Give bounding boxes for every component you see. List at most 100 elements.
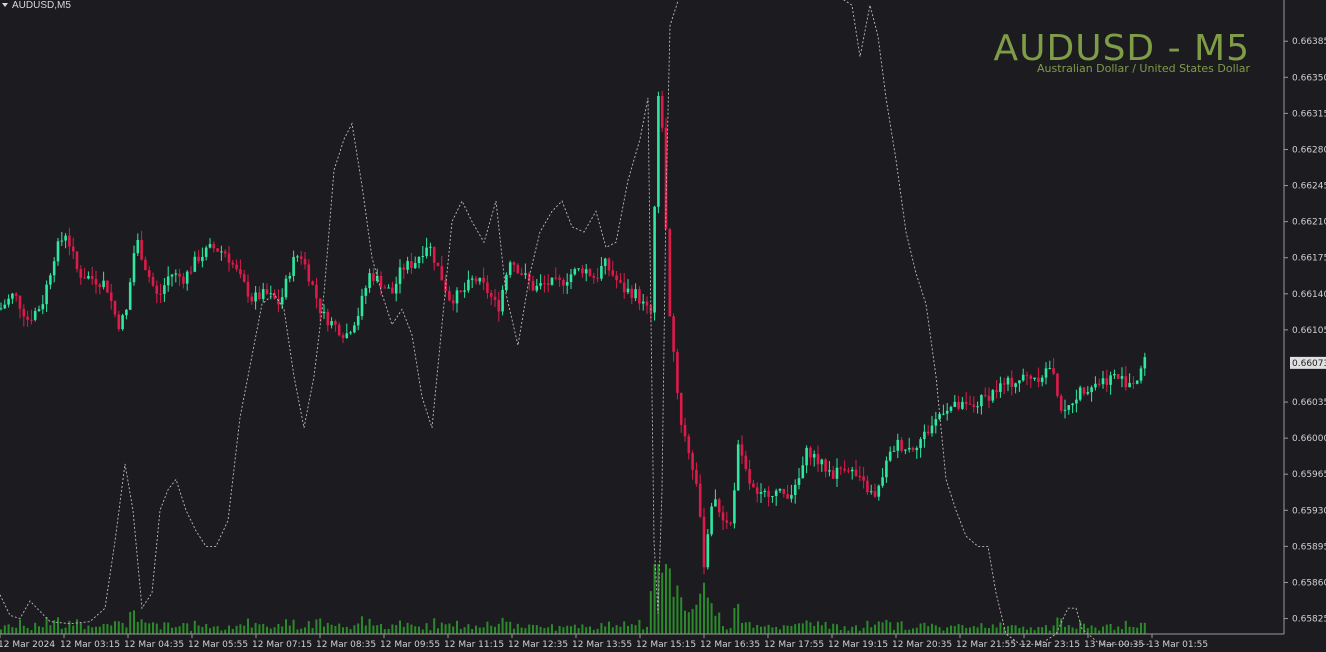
candle-body xyxy=(493,296,497,300)
volume-bar xyxy=(1075,628,1078,634)
candle-body xyxy=(1078,387,1082,400)
volume-bar xyxy=(676,585,679,634)
volume-bar xyxy=(615,625,618,634)
volume-bar xyxy=(95,626,97,634)
volume-bar xyxy=(167,622,170,634)
candle-body xyxy=(68,235,71,247)
volume-bar xyxy=(163,622,166,634)
candle-body xyxy=(1063,409,1067,411)
volume-bar xyxy=(771,627,774,634)
volume-bar xyxy=(83,629,86,634)
candle-body xyxy=(900,439,903,451)
volume-bar xyxy=(786,625,789,634)
candle-body xyxy=(1135,380,1139,384)
candle-body xyxy=(1018,380,1021,384)
volume-bar xyxy=(596,628,599,634)
candle-body xyxy=(577,268,580,270)
volume-bar xyxy=(129,611,132,634)
candle-body xyxy=(1128,382,1131,388)
candle-body xyxy=(691,453,694,470)
current-price-label: 0.66073 xyxy=(1292,359,1326,369)
volume-bar xyxy=(281,626,284,634)
candle-body xyxy=(402,267,406,270)
volume-bar xyxy=(193,620,196,634)
candle-body xyxy=(364,288,368,296)
candle-body xyxy=(106,280,109,293)
candle-body xyxy=(721,512,725,521)
candle-body xyxy=(622,282,626,293)
candle-body xyxy=(797,478,801,485)
candle-body xyxy=(470,278,474,280)
candle-body xyxy=(600,265,603,279)
candle-body xyxy=(755,487,759,494)
candle-body xyxy=(368,273,371,289)
volume-bar xyxy=(262,623,265,634)
candle-body xyxy=(584,269,588,274)
candle-body xyxy=(824,459,827,472)
candle-body xyxy=(60,240,64,242)
volume-bar xyxy=(653,564,656,634)
volume-bar xyxy=(824,621,827,634)
candle-body xyxy=(269,293,273,295)
candle-body xyxy=(410,261,413,269)
volume-bar xyxy=(1136,627,1139,634)
volume-bar xyxy=(794,624,797,634)
volume-bar xyxy=(532,624,534,634)
candle-body xyxy=(698,483,702,517)
candle-body xyxy=(1109,375,1112,385)
candle-body xyxy=(1059,395,1063,411)
volume-bar xyxy=(1102,626,1104,634)
volume-bar xyxy=(1128,626,1131,634)
volume-bar xyxy=(414,626,417,634)
volume-bar xyxy=(969,627,971,634)
candle-body xyxy=(543,283,546,285)
candle-body xyxy=(239,269,242,275)
volume-bar xyxy=(425,623,428,634)
y-ticks: 0.66385 0.66350 0.66315 0.66280 0.66245 0.662… xyxy=(1284,37,1326,625)
candle-body xyxy=(603,258,607,266)
candle-body xyxy=(930,425,934,434)
candle-body xyxy=(641,301,645,304)
candle-body xyxy=(645,301,649,306)
volume-bar xyxy=(273,627,276,634)
candle-body xyxy=(1132,382,1135,384)
volume-bar xyxy=(41,627,44,634)
candle-body xyxy=(163,285,166,294)
volume-bar xyxy=(551,624,553,634)
candle-body xyxy=(1101,378,1105,385)
x-tick-label: 12 Mar 11:15 xyxy=(444,640,504,650)
volume-bar xyxy=(296,629,299,634)
candle-body xyxy=(406,261,409,270)
y-tick-label: 0.65965 xyxy=(1292,470,1326,480)
candle-body xyxy=(330,321,333,326)
candle-body xyxy=(87,275,90,279)
candle-body xyxy=(957,401,960,409)
candle-body xyxy=(3,304,7,309)
volume-bar xyxy=(3,625,6,634)
x-tick-label: 12 Mar 17:55 xyxy=(764,640,824,650)
volume-bar xyxy=(364,625,367,634)
candle-body xyxy=(945,410,949,414)
candle-body xyxy=(702,516,706,568)
candle-body xyxy=(223,251,227,254)
volume-bar xyxy=(15,627,18,634)
volume-bar xyxy=(543,628,546,634)
volume-bar xyxy=(984,627,987,634)
candle-body xyxy=(911,447,915,451)
candle-body xyxy=(520,273,523,275)
candle-body xyxy=(550,277,554,285)
candle-body xyxy=(356,316,360,326)
volume-bar xyxy=(250,627,253,634)
candle-body xyxy=(30,319,33,321)
candle-body xyxy=(573,269,577,275)
price-chart[interactable]: 0.66385 0.66350 0.66315 0.66280 0.66245 0.662… xyxy=(0,0,1326,652)
x-tick-label: 13 Mar 00:35 xyxy=(1084,640,1144,650)
candle-body xyxy=(679,392,683,425)
candle-body xyxy=(546,283,550,285)
candle-body xyxy=(37,309,41,312)
volume-bar xyxy=(410,624,413,634)
volume-bar xyxy=(1029,627,1032,634)
candle-body xyxy=(809,447,812,458)
volume-bar xyxy=(304,627,306,634)
volume-bar xyxy=(220,630,223,634)
